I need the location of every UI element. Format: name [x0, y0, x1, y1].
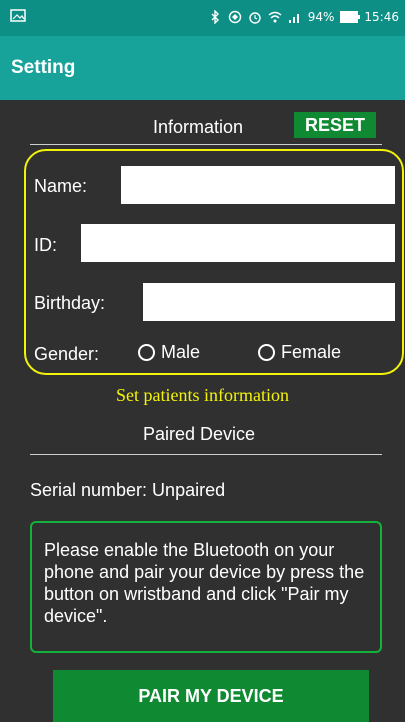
gender-female-label: Female: [281, 342, 342, 362]
id-label: ID:: [34, 235, 58, 255]
gallery-icon: [10, 9, 26, 22]
wifi-icon: [268, 11, 282, 23]
page-title: Setting: [11, 57, 76, 78]
radio-circle-icon: [138, 344, 155, 361]
clock: 15:46: [364, 10, 399, 24]
patient-info-box: Name: ID: Birthday: Gender: Male Female: [24, 149, 404, 375]
status-bar: 94% 15:46: [0, 0, 405, 36]
name-input[interactable]: [121, 166, 395, 204]
signal-icon: [288, 14, 299, 23]
birthday-input[interactable]: [143, 283, 395, 321]
information-title: Information: [153, 117, 244, 137]
bluetooth-notice: Please enable the Bluetooth on your phon…: [30, 521, 382, 653]
gender-label: Gender:: [34, 344, 100, 364]
pair-device-button[interactable]: PAIR MY DEVICE: [53, 670, 369, 722]
reset-button[interactable]: RESET: [294, 112, 376, 138]
alarm-icon: [249, 12, 261, 24]
serial-number: Serial number: Unpaired: [30, 480, 226, 500]
radio-circle-icon: [258, 344, 275, 361]
name-label: Name:: [34, 176, 88, 196]
data-saver-icon: [228, 10, 241, 24]
gender-male-label: Male: [161, 342, 201, 362]
birthday-label: Birthday:: [34, 293, 106, 313]
battery-percent: 94%: [307, 10, 335, 24]
id-input[interactable]: [81, 224, 395, 262]
paired-device-title: Paired Device: [143, 424, 256, 444]
app-bar: Setting: [0, 36, 405, 100]
bluetooth-icon: [211, 10, 219, 24]
gender-female-radio[interactable]: Female: [258, 342, 341, 363]
battery-icon: [340, 11, 361, 23]
info-caption: Set patients information: [116, 385, 289, 405]
status-icons: 94% 15:46: [208, 10, 399, 24]
gender-male-radio[interactable]: Male: [138, 342, 200, 363]
